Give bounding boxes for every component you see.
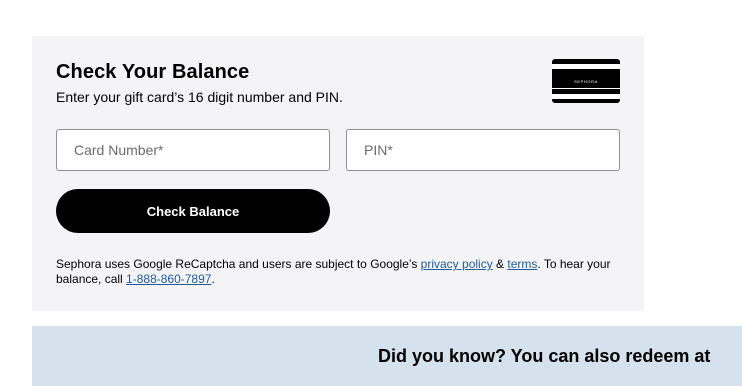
phone-link[interactable]: 1-888-860-7897: [126, 272, 211, 286]
terms-link[interactable]: terms: [507, 257, 537, 271]
pin-field[interactable]: [346, 129, 620, 171]
recaptcha-notice: Sephora uses Google ReCaptcha and users …: [56, 257, 611, 286]
card-number-input[interactable]: [72, 141, 329, 159]
banner-heading: Did you know? You can also redeem at: [378, 346, 711, 366]
check-balance-button[interactable]: Check Balance: [56, 189, 330, 233]
card-number-field[interactable]: [56, 129, 330, 171]
gift-card-image: SEPHORA: [552, 59, 620, 103]
card-brand-logo: SEPHORA: [574, 78, 598, 84]
instructions-text: Enter your gift card’s 16 digit number a…: [56, 89, 343, 105]
balance-panel: Check Your Balance Enter your gift card’…: [32, 36, 644, 311]
privacy-policy-link[interactable]: privacy policy: [421, 257, 493, 271]
redeem-info-banner: Did you know? You can also redeem at: [32, 326, 742, 386]
pin-input[interactable]: [362, 141, 619, 159]
page-title: Check Your Balance: [56, 61, 250, 83]
